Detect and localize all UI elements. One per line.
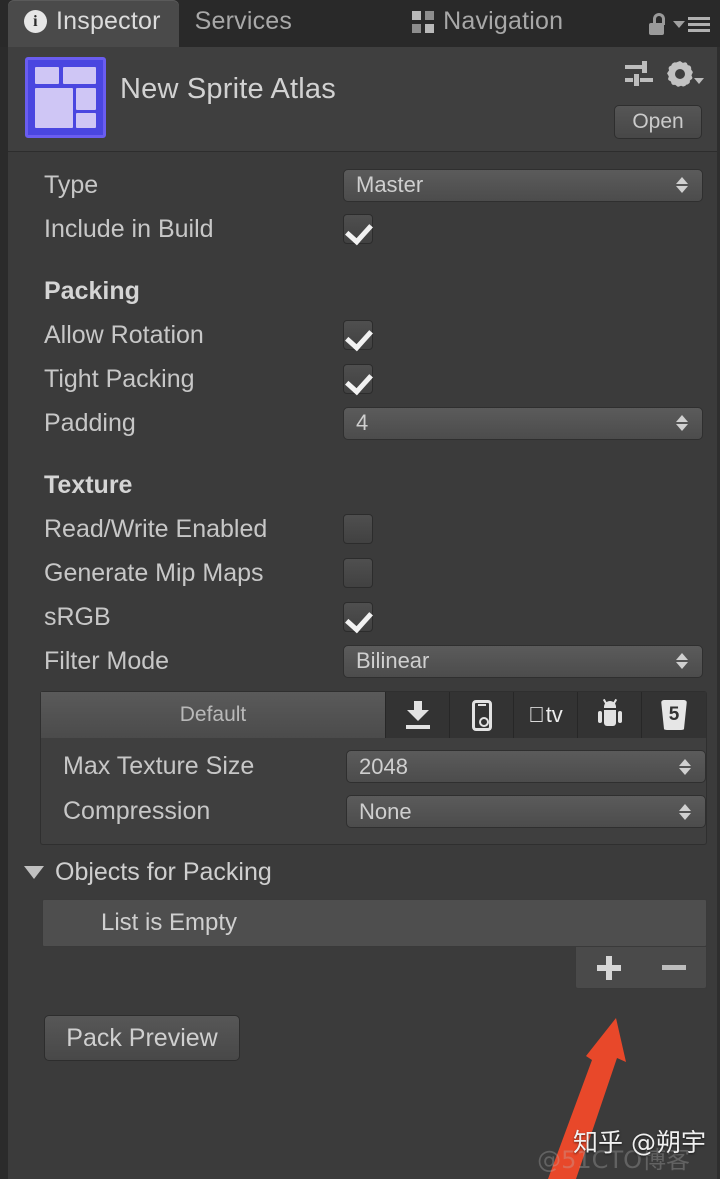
objects-for-packing-foldout[interactable]: Objects for Packing	[8, 845, 717, 899]
list-footer	[42, 947, 707, 989]
add-object-button[interactable]	[576, 947, 641, 988]
compression-dropdown[interactable]: None	[346, 795, 706, 828]
tab-services-label: Services	[194, 7, 293, 35]
platform-settings-box: Default tv	[40, 691, 707, 845]
label-compression: Compression	[63, 797, 211, 825]
filter-mode-dropdown[interactable]: Bilinear	[343, 644, 703, 678]
label-padding: Padding	[44, 408, 136, 437]
label-type: Type	[44, 170, 99, 199]
platform-tab-android[interactable]	[578, 692, 642, 738]
label-allow-rotation: Allow Rotation	[44, 320, 204, 349]
sprite-atlas-icon	[25, 57, 106, 138]
hamburger-menu-icon[interactable]	[673, 16, 710, 32]
navmesh-icon	[412, 10, 435, 33]
header-icon-group	[625, 61, 704, 87]
compression-value: None	[359, 798, 412, 824]
max-texture-size-dropdown[interactable]: 2048	[346, 750, 706, 783]
section-header-packing: Packing	[44, 276, 140, 305]
apple-tv-icon: tv	[528, 702, 563, 728]
chevron-updown-icon	[676, 177, 688, 193]
object-header: New Sprite Atlas Open	[8, 47, 717, 152]
gear-icon[interactable]	[667, 61, 704, 87]
row-type: Type Master	[8, 163, 717, 207]
read-write-enabled-checkbox[interactable]	[343, 514, 373, 544]
watermark-zhihu: 知乎 @朔宇	[573, 1128, 706, 1157]
platform-tab-ios[interactable]	[450, 692, 514, 738]
remove-object-button[interactable]	[641, 947, 706, 988]
type-dropdown[interactable]: Master	[343, 168, 703, 202]
row-filter-mode: Filter Mode Bilinear	[8, 639, 717, 683]
padding-value: 4	[356, 410, 369, 435]
platform-tab-strip: Default tv	[41, 692, 706, 738]
platform-tab-webgl[interactable]: 5	[642, 692, 706, 738]
platform-tab-default-label: Default	[179, 703, 247, 726]
tab-navigation[interactable]: Navigation	[396, 0, 581, 47]
section-header-texture: Texture	[44, 470, 133, 499]
unity-inspector-window: i Inspector Services Navigation New Spri…	[0, 0, 720, 1179]
html5-label: 5	[668, 704, 680, 725]
row-padding: Padding 4	[8, 401, 717, 445]
row-generate-mip-maps: Generate Mip Maps	[8, 551, 717, 595]
window-tab-bar: i Inspector Services Navigation	[0, 0, 720, 47]
padding-field[interactable]: 4	[343, 406, 703, 440]
label-filter-mode: Filter Mode	[44, 646, 170, 675]
tab-bar-controls	[647, 13, 720, 47]
row-compression: Compression None	[41, 789, 706, 834]
tight-packing-checkbox[interactable]	[343, 364, 373, 394]
chevron-updown-icon	[679, 758, 691, 775]
filter-mode-value: Bilinear	[356, 648, 430, 673]
chevron-updown-icon	[676, 653, 688, 669]
standalone-download-icon	[405, 701, 431, 729]
platform-tab-default[interactable]: Default	[41, 692, 386, 738]
chevron-updown-icon	[676, 415, 688, 431]
tab-inspector-label: Inspector	[56, 7, 161, 35]
chevron-updown-icon	[679, 803, 691, 820]
row-read-write-enabled: Read/Write Enabled	[8, 507, 717, 551]
ios-phone-icon	[471, 699, 492, 731]
type-dropdown-value: Master	[356, 172, 424, 197]
generate-mip-maps-checkbox[interactable]	[343, 558, 373, 588]
apple-tv-label: tv	[537, 702, 563, 727]
label-read-write-enabled: Read/Write Enabled	[44, 514, 268, 543]
srgb-checkbox[interactable]	[343, 602, 373, 632]
platform-tab-standalone[interactable]	[386, 692, 450, 738]
list-empty-text: List is Empty	[101, 909, 238, 936]
row-include-in-build: Include in Build	[8, 207, 717, 251]
objects-for-packing-label: Objects for Packing	[55, 857, 272, 886]
row-srgb: sRGB	[8, 595, 717, 639]
label-include-in-build: Include in Build	[44, 214, 214, 243]
platform-settings-body: Max Texture Size 2048 Compression None	[41, 738, 706, 844]
row-packing-header: Packing	[8, 269, 717, 313]
tab-navigation-label: Navigation	[443, 7, 564, 35]
html5-webgl-icon: 5	[661, 700, 687, 730]
lock-open-icon[interactable]	[647, 13, 667, 35]
row-max-texture-size: Max Texture Size 2048	[41, 744, 706, 789]
max-texture-size-value: 2048	[359, 753, 408, 779]
packing-list[interactable]: List is Empty	[42, 899, 707, 947]
plus-icon	[596, 955, 621, 980]
tab-services[interactable]: Services	[179, 0, 310, 47]
allow-rotation-checkbox[interactable]	[343, 320, 373, 350]
label-tight-packing: Tight Packing	[44, 364, 195, 393]
left-gutter	[0, 0, 8, 1179]
open-button[interactable]: Open	[614, 105, 702, 139]
android-robot-icon	[597, 698, 622, 729]
row-tight-packing: Tight Packing	[8, 357, 717, 401]
preset-sliders-icon[interactable]	[625, 61, 653, 87]
label-generate-mip-maps: Generate Mip Maps	[44, 558, 264, 587]
list-add-remove-group	[575, 947, 707, 989]
row-allow-rotation: Allow Rotation	[8, 313, 717, 357]
pack-preview-button[interactable]: Pack Preview	[44, 1015, 240, 1061]
inspector-body: Type Master Include in Build Packing All…	[8, 153, 717, 1179]
platform-tab-tvos[interactable]: tv	[514, 692, 578, 738]
page-title: New Sprite Atlas	[120, 73, 336, 105]
include-in-build-checkbox[interactable]	[343, 214, 373, 244]
label-max-texture-size: Max Texture Size	[63, 752, 255, 780]
chevron-down-icon	[24, 865, 44, 879]
tab-inspector[interactable]: i Inspector	[8, 0, 179, 47]
label-srgb: sRGB	[44, 602, 111, 631]
minus-icon	[661, 965, 686, 970]
info-circle-icon: i	[24, 10, 47, 33]
row-texture-header: Texture	[8, 463, 717, 507]
